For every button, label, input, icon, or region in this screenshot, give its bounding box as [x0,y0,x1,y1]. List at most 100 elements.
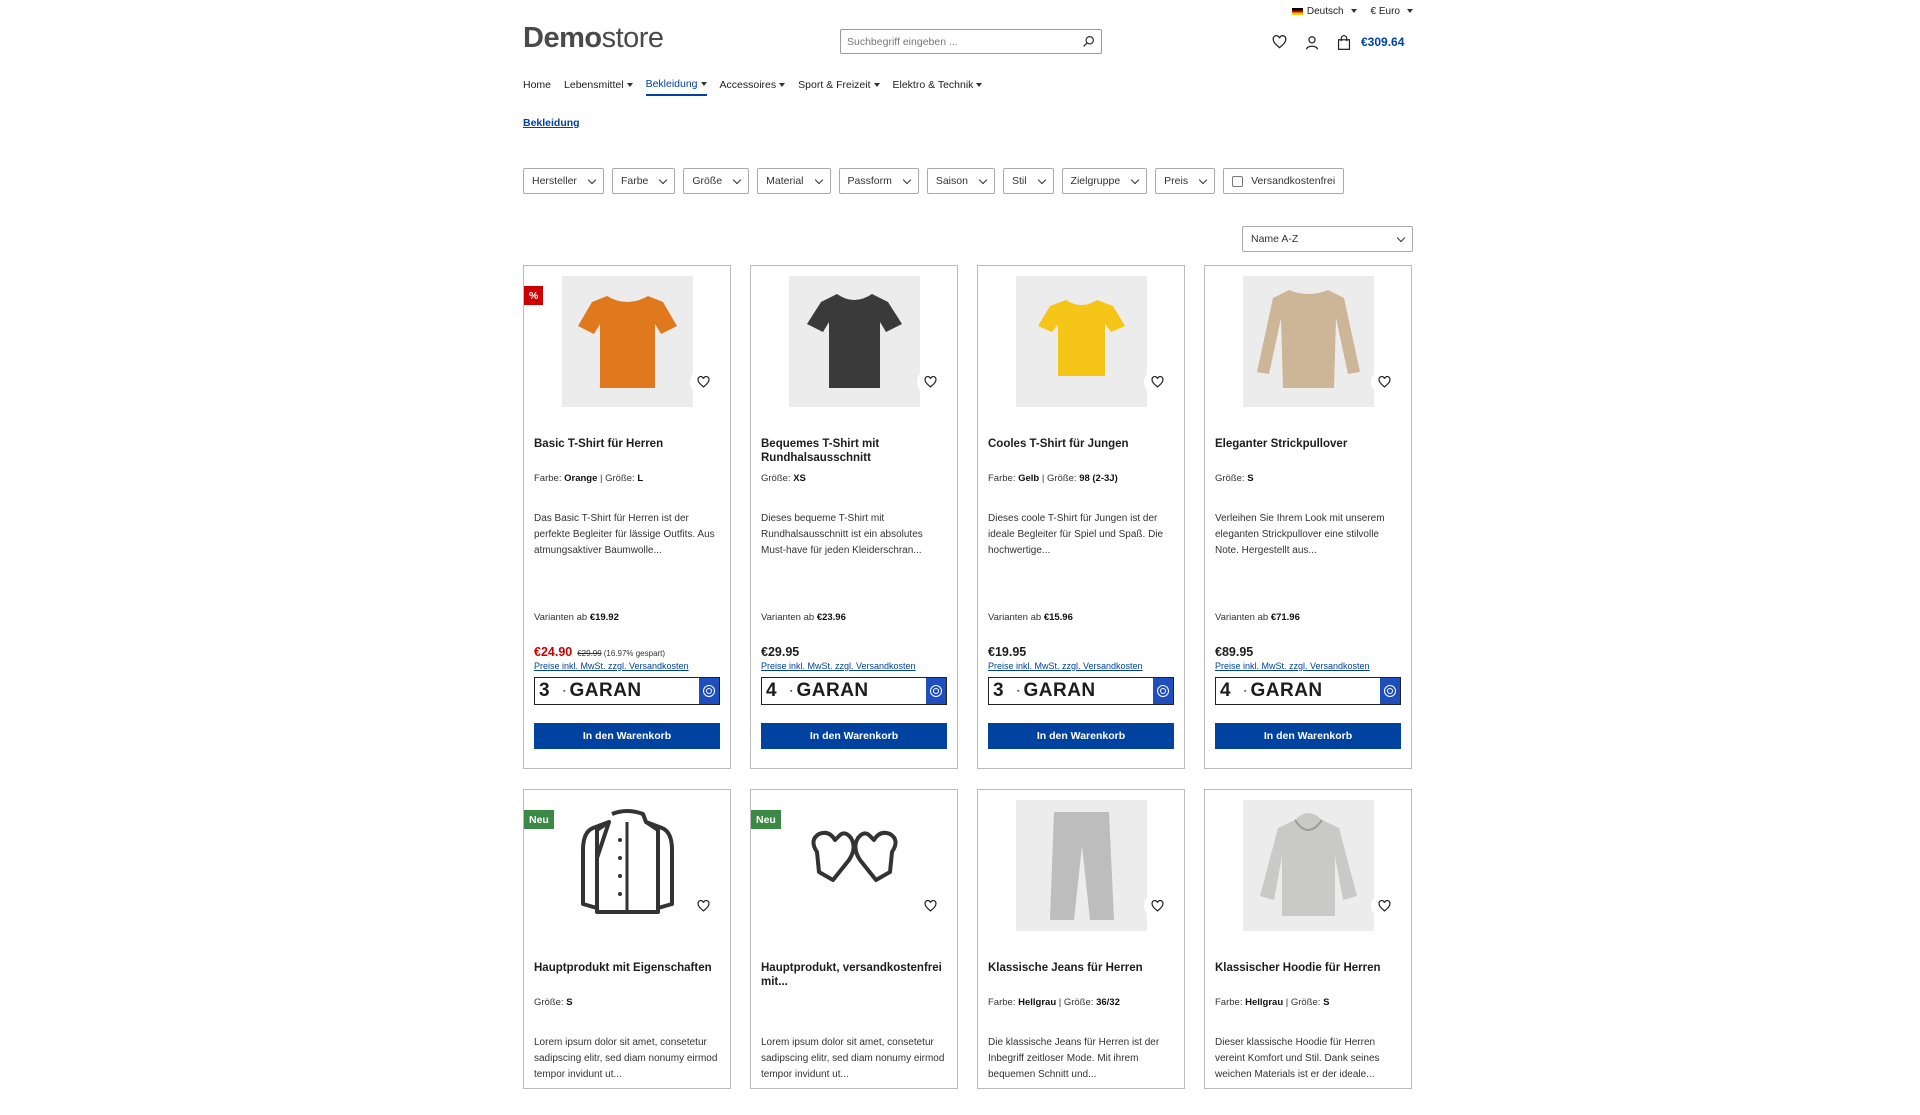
prop-key: Größe: [534,997,564,1008]
chevron-down-icon [659,175,668,184]
product-image[interactable] [789,800,920,931]
search-icon[interactable] [1082,35,1095,48]
guarantee-seal-icon [926,678,946,704]
filter-preis[interactable]: Preis [1155,168,1216,194]
add-to-wishlist-button[interactable] [917,893,943,919]
heart-icon [696,900,710,912]
filter-saison[interactable]: Saison [926,168,995,194]
filter-label: Material [766,175,804,187]
guarantee-badge: 4 ▪ GARAN [761,677,947,705]
product-title[interactable]: Hauptprodukt mit Eigenschaften [534,961,720,989]
language-dropdown[interactable]: Deutsch [1291,6,1357,17]
add-to-cart-button[interactable]: In den Warenkorb [534,723,720,749]
add-to-wishlist-button[interactable] [1371,369,1397,395]
add-to-cart-button[interactable]: In den Warenkorb [988,723,1174,749]
product-title[interactable]: Klassischer Hoodie für Herren [1215,961,1401,989]
nav-item-sport-freizeit[interactable]: Sport & Freizeit [798,78,880,96]
add-to-cart-button[interactable]: In den Warenkorb [1215,723,1401,749]
cart-total[interactable]: €309.64 [1361,35,1404,49]
wishlist-heart-icon[interactable] [1272,35,1287,49]
heart-icon [1150,376,1164,388]
product-image[interactable] [1242,800,1374,931]
sort-select[interactable]: Name A-Z [1242,226,1413,252]
nav-label: Sport & Freizeit [798,79,871,91]
product-properties: Farbe: Orange | Größe: L [534,473,644,484]
product-description: Die klassische Jeans für Herren ist der … [988,1037,1160,1080]
product-image[interactable] [1242,276,1374,407]
caret-down-icon [626,83,633,87]
guarantee-badge: 3 ▪ GARAN [988,677,1174,705]
variants-info: Varianten ab €23.96 [761,612,947,623]
product-image[interactable] [1015,276,1147,407]
add-to-cart-button[interactable]: In den Warenkorb [761,723,947,749]
filter-passform[interactable]: Passform [838,168,919,194]
product-description: Das Basic T-Shirt für Herren ist der per… [534,513,715,556]
filter-zielgruppe[interactable]: Zielgruppe [1061,168,1148,194]
product-image[interactable] [788,276,920,407]
search-placeholder: Suchbegriff eingeben ... [847,35,958,48]
price-block: €29.95 [761,645,947,659]
search-input[interactable]: Suchbegriff eingeben ... [840,29,1102,54]
product-properties: Farbe: Gelb | Größe: 98 (2-3J) [988,473,1118,484]
breadcrumb[interactable]: Bekleidung [523,117,580,129]
nav-item-lebensmittel[interactable]: Lebensmittel [564,78,633,96]
vat-link[interactable]: Preise inkl. MwSt. zzgl. Versandkosten [761,661,947,671]
filter-material[interactable]: Material [757,168,831,194]
account-icon[interactable] [1305,35,1319,50]
product-image[interactable] [561,276,693,407]
vat-link[interactable]: Preise inkl. MwSt. zzgl. Versandkosten [1215,661,1401,671]
prop-value: Hellgrau [1245,997,1284,1008]
add-to-wishlist-button[interactable] [690,893,716,919]
sort-label: Name A-Z [1251,233,1299,245]
filter-label: Preis [1164,175,1189,187]
filter-label: Passform [847,175,892,187]
price-block: €19.95 [988,645,1174,659]
nav-item-bekleidung[interactable]: Bekleidung [645,78,707,96]
filter-versandkostenfrei[interactable]: Versandkostenfrei [1223,168,1345,194]
prop-value: Gelb [1018,473,1040,484]
product-title[interactable]: Klassische Jeans für Herren [988,961,1174,989]
product-card: Neu Hauptprodukt mit Eigenschaften Größe… [523,789,731,1089]
nav-item-home[interactable]: Home [523,78,551,96]
nav-item-elektro-technik[interactable]: Elektro & Technik [893,78,983,96]
vat-link[interactable]: Preise inkl. MwSt. zzgl. Versandkosten [988,661,1174,671]
add-to-wishlist-button[interactable] [690,369,716,395]
add-to-wishlist-button[interactable] [1371,893,1397,919]
product-title[interactable]: Bequemes T-Shirt mit Rundhalsausschnitt [761,437,947,465]
filter-hersteller[interactable]: Hersteller [523,168,604,194]
product-properties: Größe: S [534,997,720,1017]
vat-link[interactable]: Preise inkl. MwSt. zzgl. Versandkosten [534,661,720,671]
product-card: Klassische Jeans für Herren Farbe: Hellg… [977,789,1185,1089]
chevron-down-icon [1037,175,1046,184]
product-card: Eleganter Strickpullover Größe: S Verlei… [1204,265,1412,769]
checkbox[interactable] [1232,175,1244,187]
product-image[interactable] [562,800,693,931]
filter-groesse[interactable]: Größe [683,168,750,194]
current-price: €89.95 [1215,645,1254,659]
product-title[interactable]: Eleganter Strickpullover [1215,437,1401,465]
product-title[interactable]: Basic T-Shirt für Herren [534,437,720,465]
store-logo[interactable]: Demostore [523,22,664,55]
guarantee-seal-icon [699,678,719,704]
add-to-wishlist-button[interactable] [917,369,943,395]
filter-label: Stil [1011,175,1027,187]
product-title[interactable]: Cooles T-Shirt für Jungen [988,437,1174,465]
filter-farbe[interactable]: Farbe [611,168,676,194]
product-grid: % Basic T-Shirt für Herren Farbe: Orange… [523,265,1413,1089]
variants-price: €23.96 [816,612,846,623]
add-to-wishlist-button[interactable] [1144,369,1170,395]
caret-down-icon [1350,9,1357,13]
variants-price: €15.96 [1043,612,1073,623]
caret-down-icon [976,83,983,87]
prop-value: 36/32 [1096,997,1120,1008]
prop-value: XS [793,473,806,484]
nav-item-accessoires[interactable]: Accessoires [720,78,786,96]
product-title[interactable]: Hauptprodukt, versandkostenfrei mit... [761,961,947,989]
product-image[interactable] [1015,800,1147,931]
currency-dropdown[interactable]: € Euro [1371,6,1413,17]
cart-bag-icon[interactable] [1337,34,1351,50]
add-to-wishlist-button[interactable] [1144,893,1170,919]
filter-stil[interactable]: Stil [1002,168,1054,194]
prop-value: Hellgrau [1018,997,1057,1008]
old-price: €29.99 [577,649,602,658]
